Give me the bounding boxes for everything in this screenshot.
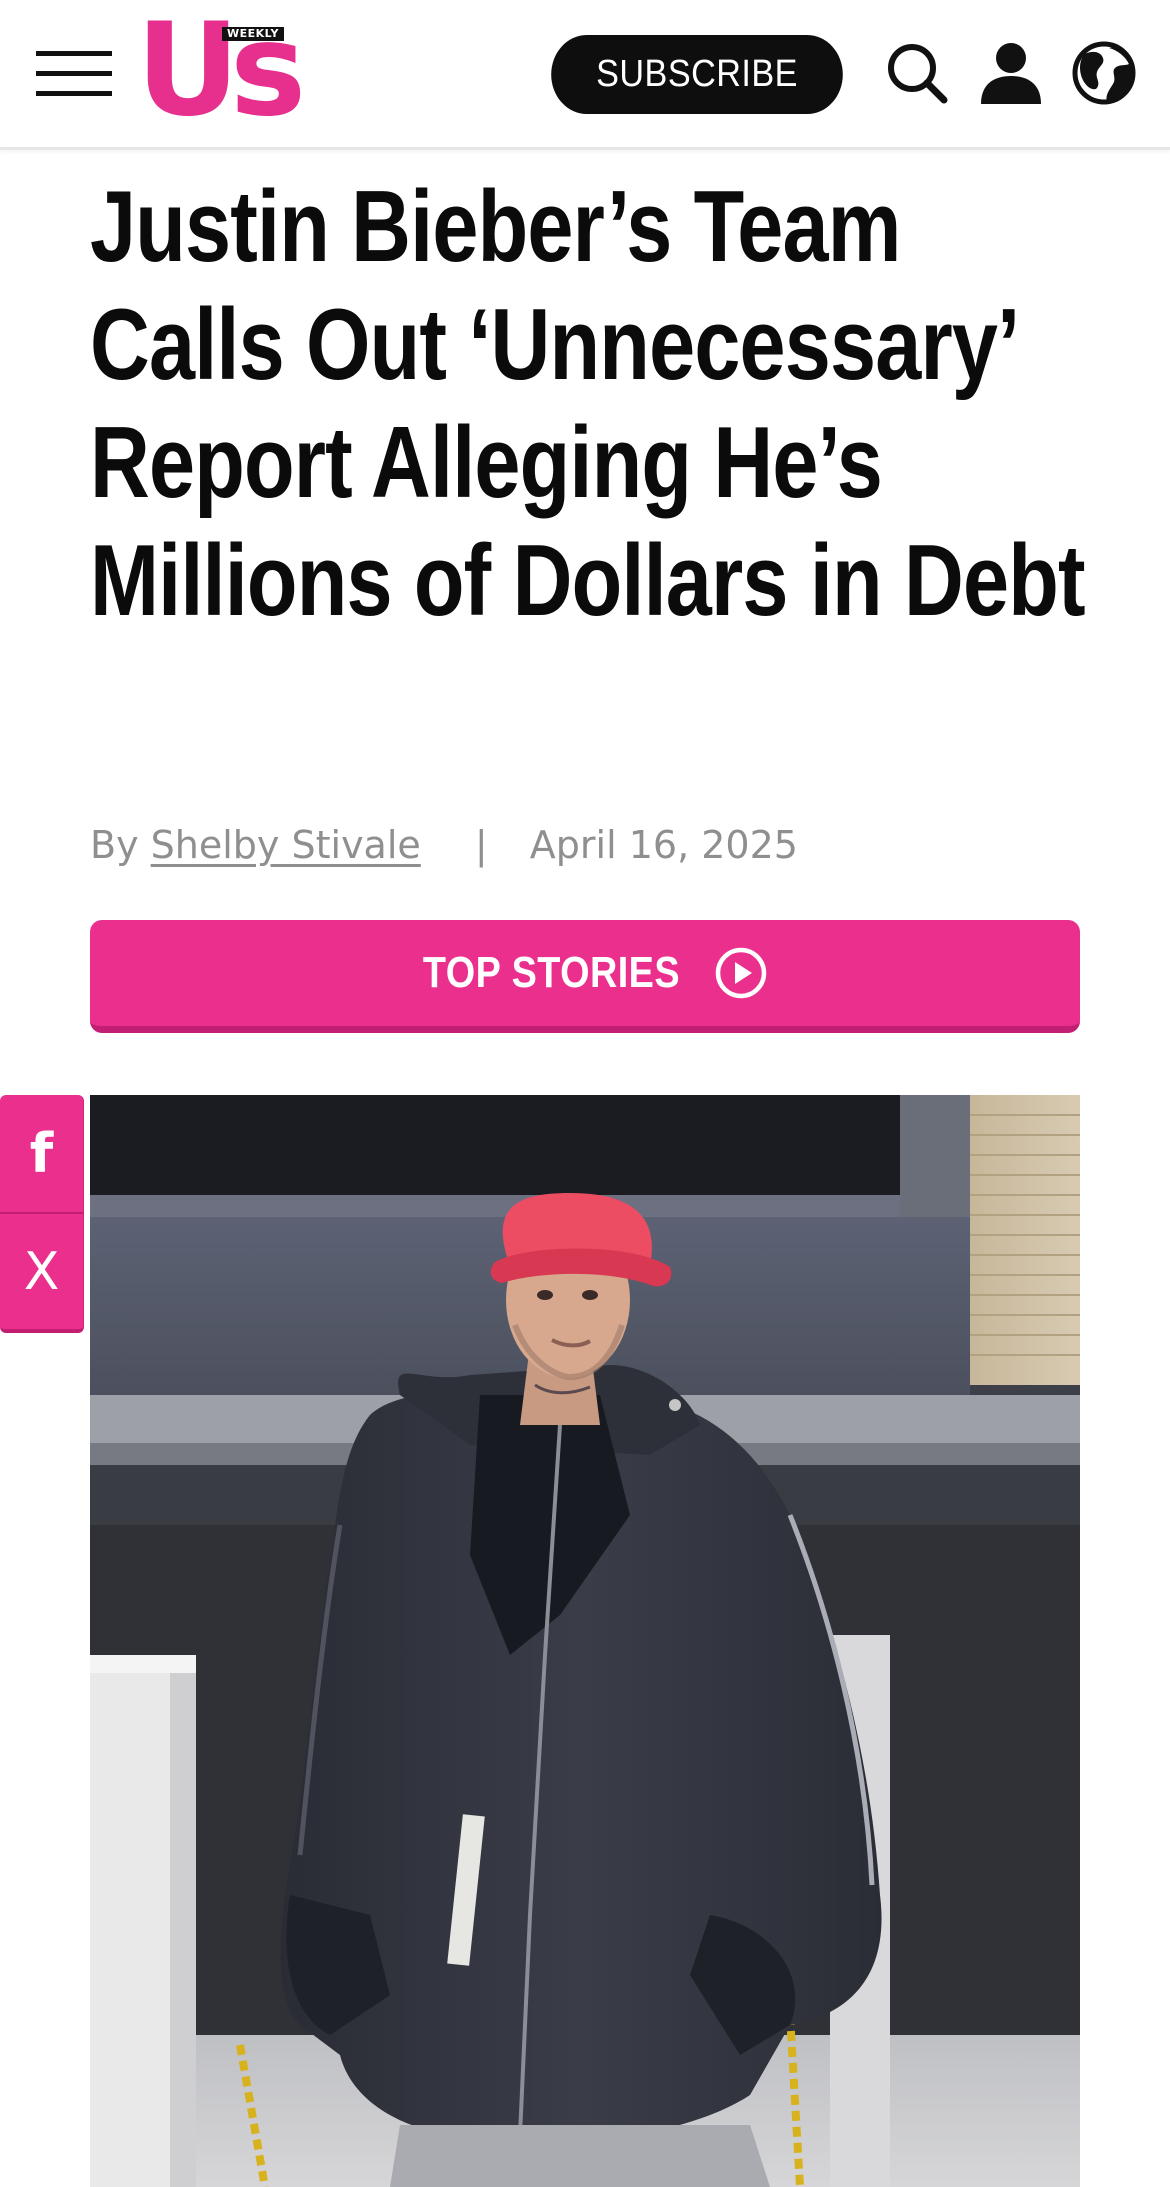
publish-date: April 16, 2025	[529, 823, 798, 867]
facebook-icon: f	[29, 1122, 54, 1185]
globe-icon[interactable]	[1071, 40, 1137, 106]
search-icon[interactable]	[884, 40, 950, 106]
byline: By Shelby Stivale | April 16, 2025	[90, 822, 798, 868]
facebook-share-button[interactable]: f	[0, 1095, 84, 1214]
menu-icon[interactable]	[36, 51, 112, 97]
x-share-button[interactable]: X	[0, 1214, 84, 1333]
top-stories-button[interactable]: TOP STORIES	[90, 920, 1080, 1033]
site-header: Us WEEKLY SUBSCRIBE	[0, 0, 1170, 150]
play-circle-icon	[714, 946, 768, 1000]
top-stories-label: TOP STORIES	[422, 948, 680, 997]
x-icon: X	[23, 1241, 60, 1302]
hero-photo	[90, 1095, 1080, 2187]
share-rail: f X	[0, 1095, 84, 1333]
us-weekly-logo[interactable]: Us WEEKLY	[136, 7, 306, 136]
user-icon[interactable]	[978, 40, 1044, 106]
article-headline: Justin Bieber’s Team Calls Out ‘Unnecess…	[90, 168, 1100, 640]
logo-tag: WEEKLY	[222, 27, 284, 41]
subscribe-button[interactable]: SUBSCRIBE	[551, 35, 843, 114]
author-link[interactable]: Shelby Stivale	[151, 823, 421, 867]
headline-text: Justin Bieber’s Team Calls Out ‘Unnecess…	[90, 171, 1086, 637]
byline-prefix: By	[90, 823, 139, 867]
byline-separator: |	[474, 823, 488, 867]
